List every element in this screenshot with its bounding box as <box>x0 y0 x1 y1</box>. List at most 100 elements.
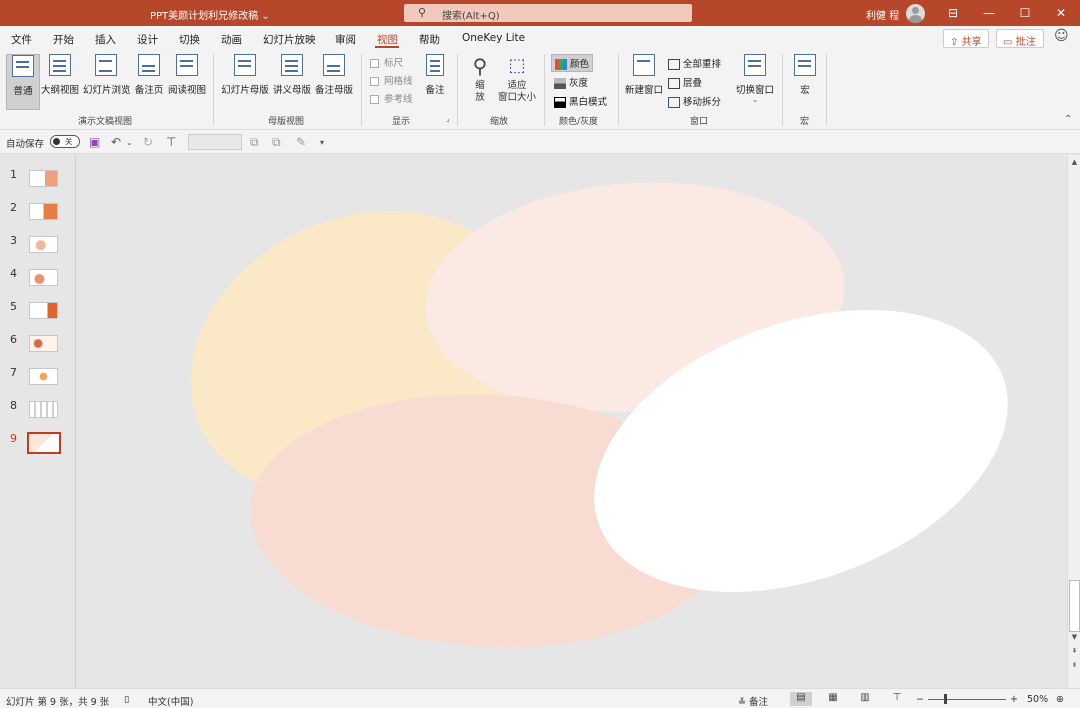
share-icon: ⇪ <box>950 37 959 48</box>
search-box[interactable]: ⚲ 搜索(Alt+Q) <box>404 4 692 22</box>
dialog-launcher-icon[interactable]: ⌟ <box>446 114 450 123</box>
group-objects-icon[interactable]: ⧉ <box>250 135 259 150</box>
comments-button[interactable]: ▭ 批注 <box>996 29 1044 48</box>
save-icon[interactable]: ▣ <box>89 135 100 149</box>
zoom-out-icon[interactable]: − <box>916 694 924 705</box>
switch-windows-button[interactable]: 切换窗口 ⌄ <box>735 54 775 110</box>
new-window-icon <box>633 54 655 76</box>
next-slide-icon[interactable]: ⇟ <box>1069 661 1080 669</box>
ribbon-display-options-button[interactable]: ⊟ <box>936 0 970 26</box>
reading-view-icon <box>176 54 198 76</box>
slide-thumbnail[interactable]: 7 <box>0 366 76 394</box>
zoom-level[interactable]: 50% <box>1027 694 1048 705</box>
slide-master-button[interactable]: 幻灯片母版 <box>221 54 269 110</box>
group-label-macros: 宏 <box>800 117 810 127</box>
tab-animations[interactable]: 动画 <box>221 32 242 47</box>
slide-thumbnail[interactable]: 8 <box>0 399 76 427</box>
tab-transitions[interactable]: 切换 <box>179 32 200 47</box>
slide-canvas[interactable] <box>77 155 1067 688</box>
move-split-button[interactable]: 移动拆分 <box>668 94 721 108</box>
color-icon <box>555 59 567 70</box>
switch-windows-icon <box>744 54 766 76</box>
vertical-scrollbar[interactable]: ▲ ▼ ⇞ ⇟ <box>1067 155 1080 688</box>
black-white-button[interactable]: 黑白模式 <box>554 94 607 108</box>
user-name[interactable]: 利健 程 <box>866 7 899 22</box>
undo-icon[interactable]: ↶ <box>111 135 121 149</box>
tab-home[interactable]: 开始 <box>53 32 74 47</box>
reading-view-button[interactable]: 阅读视图 <box>167 54 207 110</box>
slide-thumbnail-selected[interactable]: 9 <box>0 432 76 460</box>
normal-view-icon[interactable]: ▤ <box>790 692 812 706</box>
zoom-slider-handle[interactable] <box>944 694 947 704</box>
avatar[interactable] <box>906 4 925 23</box>
thumbnail-image <box>29 170 58 187</box>
document-title[interactable]: PPT美颜计划利兄修改稿 ⌄ <box>150 7 270 22</box>
font-dropdown[interactable] <box>188 134 242 150</box>
fit-to-window-button[interactable]: ⬚ 适应 窗口大小 <box>497 54 537 110</box>
slide-thumbnail[interactable]: 5 <box>0 300 76 328</box>
tab-help[interactable]: 帮助 <box>419 32 440 47</box>
close-button[interactable]: ✕ <box>1044 0 1078 26</box>
slideshow-icon[interactable]: ⊤ <box>886 692 908 706</box>
grayscale-button[interactable]: 灰度 <box>554 75 588 89</box>
slide-thumbnail[interactable]: 4 <box>0 267 76 295</box>
scroll-up-icon[interactable]: ▲ <box>1069 158 1080 166</box>
redo-icon[interactable]: ↻ <box>143 135 153 149</box>
notes-master-button[interactable]: 备注母版 <box>314 54 354 110</box>
tab-view[interactable]: 视图 <box>377 32 398 47</box>
autosave-toggle[interactable]: 关 <box>50 135 80 148</box>
slide-sorter-button[interactable]: 幻灯片浏览 <box>83 54 131 110</box>
tab-onekey-lite[interactable]: OneKey Lite <box>462 32 525 44</box>
slide-thumbnail[interactable]: 1 <box>0 168 76 196</box>
feedback-smiley-icon[interactable]: ☺ <box>1054 28 1069 44</box>
ribbon-tabs: 文件 开始 插入 设计 切换 动画 幻灯片放映 审阅 视图 帮助 OneKey … <box>0 26 1080 50</box>
normal-view-button[interactable]: 普通 <box>6 54 40 110</box>
scroll-down-icon[interactable]: ▼ <box>1069 633 1080 641</box>
collapse-ribbon-icon[interactable]: ⌃ <box>1064 114 1072 125</box>
share-button[interactable]: ⇪ 共享 <box>943 29 989 48</box>
color-mode-button[interactable]: 颜色 <box>551 54 594 72</box>
quick-access-toolbar: 自动保存 关 ▣ ↶ ⌄ ↻ ⊤ ⧉ ⧉ ✎ ▾ <box>0 130 1080 154</box>
slide-sorter-icon[interactable]: ▦ <box>822 692 844 706</box>
arrange-all-button[interactable]: 全部重排 <box>668 56 721 70</box>
scroll-thumb[interactable] <box>1069 580 1080 632</box>
notes-page-button[interactable]: 备注页 <box>133 54 165 110</box>
tab-design[interactable]: 设计 <box>137 32 158 47</box>
language-indicator[interactable]: 中文(中国) <box>148 694 193 708</box>
slide-artwork <box>190 182 1008 648</box>
maximize-button[interactable]: ☐ <box>1008 0 1042 26</box>
handout-master-button[interactable]: 讲义母版 <box>272 54 312 110</box>
tab-file[interactable]: 文件 <box>11 32 32 47</box>
accessibility-icon[interactable]: ▯ <box>124 694 129 705</box>
macros-button[interactable]: 宏 <box>791 54 819 110</box>
outline-view-button[interactable]: 大纲视图 <box>41 54 79 110</box>
slide-thumbnail[interactable]: 3 <box>0 234 76 262</box>
presentation-icon[interactable]: ⊤ <box>166 135 176 149</box>
slide-thumbnail[interactable]: 6 <box>0 333 76 361</box>
cascade-button[interactable]: 层叠 <box>668 75 702 89</box>
minimize-button[interactable]: — <box>972 0 1006 26</box>
gridlines-checkbox[interactable]: 网格线 <box>370 73 413 87</box>
guides-checkbox[interactable]: 参考线 <box>370 91 413 105</box>
slide-thumbnail[interactable]: 2 <box>0 201 76 229</box>
notes-toggle[interactable]: ≚ 备注 <box>738 694 768 708</box>
tab-review[interactable]: 审阅 <box>335 32 356 47</box>
fit-slide-icon[interactable]: ⊕ <box>1056 694 1064 705</box>
tab-slideshow[interactable]: 幻灯片放映 <box>263 32 316 47</box>
previous-slide-icon[interactable]: ⇞ <box>1069 647 1080 655</box>
zoom-slider[interactable] <box>928 699 1006 700</box>
zoom-in-icon[interactable]: + <box>1010 694 1018 705</box>
group-label-presentation-views: 演示文稿视图 <box>78 117 133 127</box>
ruler-checkbox[interactable]: 标尺 <box>370 55 403 69</box>
notes-button[interactable]: 备注 <box>421 54 449 110</box>
group-divider <box>457 54 458 126</box>
new-window-button[interactable]: 新建窗口 <box>624 54 664 110</box>
thumbnail-image <box>29 269 58 286</box>
zoom-button[interactable]: ⚲ 缩 放 <box>466 54 494 110</box>
reading-view-icon[interactable]: ▥ <box>854 692 876 706</box>
undo-dropdown-icon[interactable]: ⌄ <box>126 138 133 147</box>
customize-toolbar-icon[interactable]: ▾ <box>320 138 324 147</box>
tab-insert[interactable]: 插入 <box>95 32 116 47</box>
format-painter-icon[interactable]: ✎ <box>296 135 306 149</box>
ungroup-objects-icon[interactable]: ⧉ <box>272 135 281 150</box>
